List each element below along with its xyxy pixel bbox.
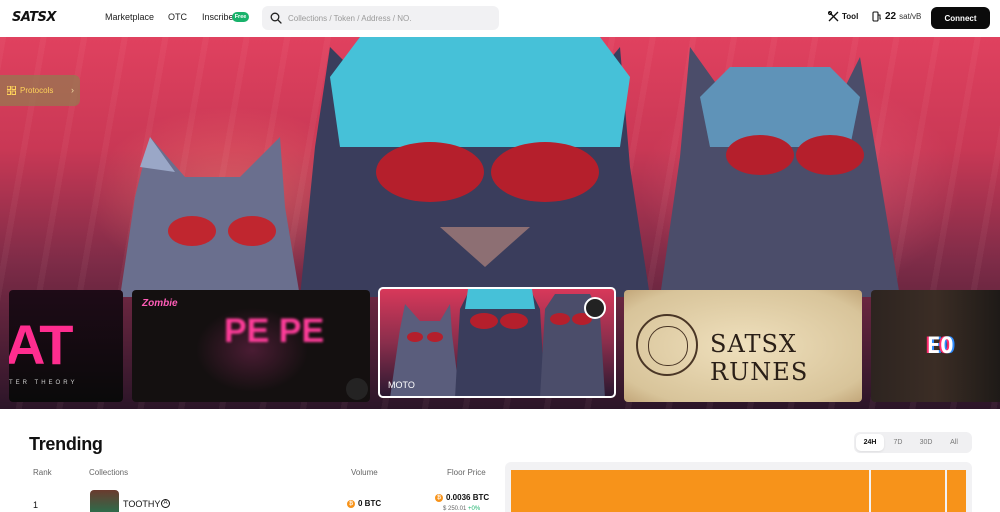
tab-24h[interactable]: 24H	[856, 434, 884, 451]
row-floor-price: ₿ 0.0036 BTC	[435, 493, 489, 502]
collection-badge-icon	[584, 297, 606, 319]
avatar	[90, 490, 119, 512]
row-volume: ₿ 0 BTC	[347, 499, 381, 508]
column-header-floor-price[interactable]: Floor Price	[447, 468, 486, 477]
floor-usd-value: $ 250.01	[443, 506, 467, 512]
gas-pump-icon	[872, 11, 881, 22]
bitcoin-icon: ₿	[347, 499, 355, 508]
card-caption: TER THEORY	[9, 380, 78, 386]
free-badge: Free	[232, 12, 249, 22]
carousel-card[interactable]: EO	[871, 290, 1000, 402]
chevron-right-icon: ›	[71, 85, 74, 95]
tools-icon	[828, 11, 839, 22]
top-bar: SATSX Marketplace OTC Inscribe Free Tool…	[0, 0, 1000, 37]
verified-icon: A	[161, 499, 170, 508]
time-range-tabs: 24H 7D 30D All	[854, 432, 972, 453]
card-title: PE PE	[224, 312, 325, 350]
carousel-card[interactable]: AT TER THEORY	[9, 290, 123, 402]
card-cats-artwork	[390, 289, 605, 396]
connect-button[interactable]: Connect	[931, 7, 990, 29]
gas-fee[interactable]: 22 sat/vB	[872, 11, 921, 22]
card-logo: Zombie	[142, 298, 178, 309]
nav-inscribe[interactable]: Inscribe	[202, 12, 234, 22]
gas-value: 22	[885, 11, 897, 22]
section-title: Trending	[29, 434, 103, 454]
gas-unit: sat/vB	[899, 12, 922, 21]
floor-change: +0%	[468, 506, 481, 512]
carousel-card[interactable]: SATSX RUNES	[624, 290, 862, 402]
protocols-label: Protocols	[20, 86, 54, 95]
collection-name[interactable]: TOOTHY	[123, 499, 160, 509]
table-row[interactable]: 1 TOOTHY A ₿ 0 BTC ₿ 0.0036 BTC $ 250.01…	[0, 490, 500, 512]
tool-label: Tool	[842, 12, 859, 21]
search-input[interactable]	[288, 10, 493, 26]
compass-icon	[636, 314, 698, 376]
treemap-tile[interactable]	[947, 470, 966, 512]
tab-30d[interactable]: 30D	[912, 434, 940, 451]
search-box[interactable]	[262, 6, 499, 30]
column-header-collections: Collections	[89, 468, 129, 477]
protocols-menu[interactable]: Protocols ›	[0, 75, 80, 106]
volume-value: 0 BTC	[358, 499, 382, 508]
logo[interactable]: SATSX	[12, 10, 56, 25]
grid-icon	[7, 86, 16, 95]
tool-button[interactable]: Tool	[828, 11, 858, 22]
tab-all[interactable]: All	[940, 434, 968, 451]
card-title: SATSX RUNES	[710, 330, 809, 386]
card-title: EO	[927, 334, 954, 359]
row-rank: 1	[33, 500, 39, 510]
nav-otc[interactable]: OTC	[168, 12, 187, 22]
column-header-rank: Rank	[33, 468, 52, 477]
card-label: MOTO	[388, 380, 415, 390]
floor-usd: $ 250.01 +0%	[443, 506, 480, 512]
treemap-tile[interactable]	[511, 470, 869, 512]
carousel-card[interactable]: Zombie PE PE	[132, 290, 370, 402]
card-title: AT	[9, 313, 73, 376]
treemap-tile[interactable]	[871, 470, 945, 512]
search-icon	[270, 12, 282, 24]
floor-value: 0.0036 BTC	[446, 493, 490, 502]
carousel-card-selected[interactable]: MOTO	[378, 287, 616, 398]
tab-7d[interactable]: 7D	[884, 434, 912, 451]
bitcoin-icon: ₿	[435, 493, 443, 502]
trending-treemap	[505, 462, 972, 512]
nav-marketplace[interactable]: Marketplace	[105, 12, 154, 22]
column-header-volume[interactable]: Volume	[351, 468, 378, 477]
play-icon[interactable]	[346, 378, 368, 400]
